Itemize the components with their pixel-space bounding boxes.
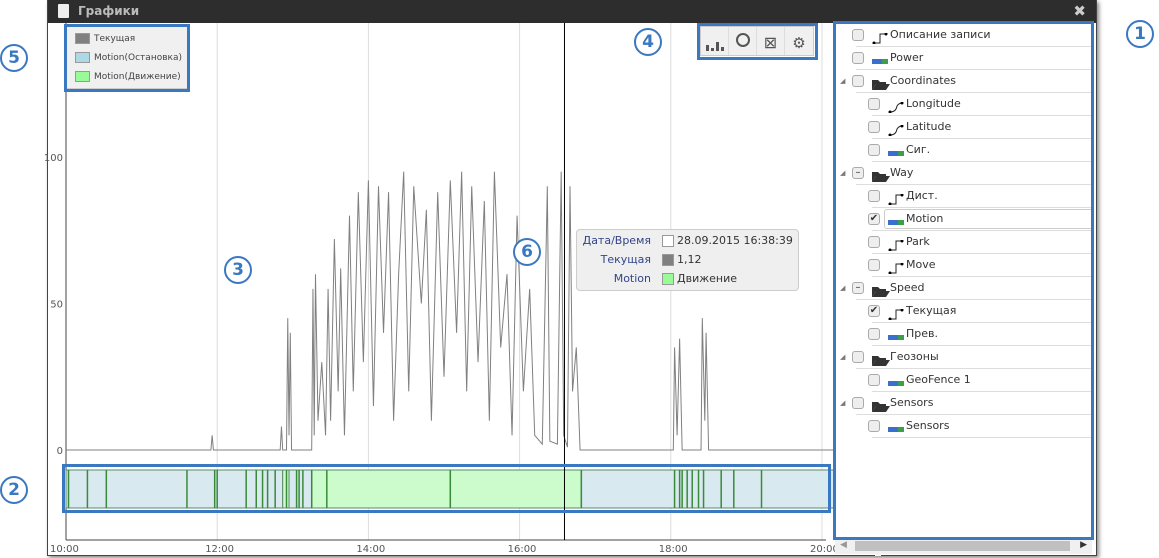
y-tick-label: 50 — [50, 300, 63, 311]
y-tick-label: 0 — [57, 446, 63, 457]
y-tick-label: 100 — [44, 153, 63, 164]
annotation-marker: 5 — [0, 44, 28, 72]
series-line-current — [66, 171, 835, 451]
tooltip-value: Движение — [677, 272, 738, 285]
tooltip-swatch — [662, 254, 674, 266]
tooltip-label: Motion — [613, 272, 651, 285]
annotation-marker: 3 — [224, 256, 252, 284]
x-tick-label: 10:00 — [50, 544, 79, 555]
annotation-marker: 2 — [0, 476, 28, 504]
annotation-box-toolbar — [697, 23, 818, 60]
annotation-marker: 6 — [513, 238, 541, 266]
tooltip-swatch — [662, 273, 674, 285]
tooltip-label: Дата/Время — [582, 234, 651, 247]
annotation-box-legend — [64, 24, 190, 92]
scroll-right-icon[interactable]: ▶ — [1080, 540, 1087, 550]
x-tick-label: 12:00 — [205, 544, 234, 555]
horizontal-scrollbar[interactable]: ◀ ▶ — [835, 539, 1092, 554]
annotation-marker: 1 — [1126, 20, 1154, 48]
tooltip-value: 1,12 — [677, 253, 702, 266]
x-tick-label: 18:00 — [659, 544, 688, 555]
annotation-marker: 4 — [634, 28, 662, 56]
annotation-box-tree — [833, 21, 1094, 540]
x-tick-label: 16:00 — [508, 544, 537, 555]
annotation-box-band — [62, 464, 831, 513]
tooltip-label: Текущая — [600, 253, 651, 266]
x-tick-label: 14:00 — [356, 544, 385, 555]
scrollbar-thumb[interactable] — [855, 541, 1070, 551]
data-tooltip: Дата/Время 28.09.2015 16:38:39 Текущая 1,1… — [576, 229, 799, 291]
scroll-left-icon[interactable]: ◀ — [840, 540, 847, 550]
tooltip-value: 28.09.2015 16:38:39 — [677, 234, 793, 247]
tooltip-swatch — [662, 235, 674, 247]
